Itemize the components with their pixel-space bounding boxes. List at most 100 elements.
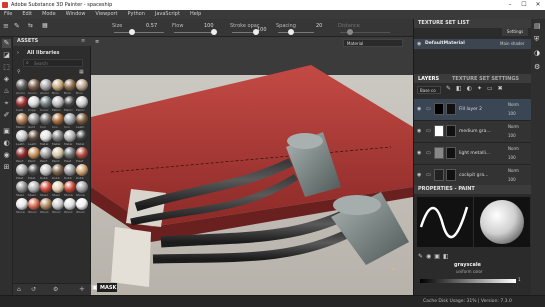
menu-mode[interactable]: Mode <box>42 10 56 19</box>
alignment-icon[interactable]: ▦ <box>42 22 54 32</box>
material-sphere[interactable] <box>16 181 28 193</box>
blend-mode-dropdown[interactable]: Norm <box>508 124 519 129</box>
blend-mode-dropdown[interactable]: Norm <box>508 146 519 151</box>
material-sphere[interactable] <box>16 96 28 108</box>
layer-row[interactable]: ◉ ▭ Fill layer 2 Norm 100 <box>414 99 532 121</box>
maximize-button[interactable]: ☐ <box>517 0 531 10</box>
eraser-icon[interactable]: ◪ <box>2 51 11 60</box>
material-sphere[interactable] <box>64 113 76 125</box>
texture-set-settings-button[interactable]: Settings <box>502 28 528 36</box>
blend-mode-dropdown[interactable]: Norm <box>508 102 519 107</box>
projection-icon[interactable]: ⬚ <box>2 63 11 72</box>
material-sphere[interactable] <box>64 79 76 91</box>
viewport-menu-icon[interactable]: ≡ <box>95 39 99 45</box>
material-sphere[interactable] <box>16 79 28 91</box>
material-sphere[interactable] <box>40 79 52 91</box>
brush-tab-icon[interactable]: ✎ <box>418 253 426 260</box>
menu-edit[interactable]: Edit <box>22 10 32 19</box>
visibility-icon[interactable]: ◉ <box>417 128 421 134</box>
menu-icon[interactable]: ≡ <box>3 22 11 32</box>
menu-javascript[interactable]: JavaScript <box>155 10 180 19</box>
menu-viewport[interactable]: Viewport <box>95 10 117 19</box>
layer-thumbnail[interactable] <box>434 169 444 181</box>
material-sphere[interactable] <box>76 96 88 108</box>
material-sphere[interactable] <box>40 181 52 193</box>
paint-brush-icon[interactable]: ✎ <box>2 39 11 48</box>
material-sphere[interactable] <box>40 198 52 210</box>
size-slider[interactable]: Size 0.57 <box>112 23 170 35</box>
material-sphere[interactable] <box>28 113 40 125</box>
material-sphere[interactable] <box>52 147 64 159</box>
material-sphere[interactable] <box>52 181 64 193</box>
layer-thumbnail[interactable] <box>434 103 444 115</box>
filter-add-icon[interactable]: ✦ <box>477 85 487 92</box>
material-sphere[interactable] <box>64 130 76 142</box>
material-sphere[interactable] <box>28 130 40 142</box>
paint-layer-icon[interactable]: ✎ <box>446 85 456 92</box>
close-button[interactable]: ✕ <box>531 0 545 10</box>
mask-thumbnail[interactable] <box>446 147 456 159</box>
search-field[interactable]: ⌕ Search <box>23 59 83 67</box>
material-sphere[interactable] <box>28 198 40 210</box>
layer-row[interactable]: ◉ ▭ light metalli... Norm 100 <box>414 143 532 165</box>
tab-layers[interactable]: LAYERS <box>418 76 439 82</box>
brush-icon[interactable]: ✎ <box>14 22 26 32</box>
layer-row[interactable]: ◉ ▭ cockpit gra... Norm 100 <box>414 165 532 187</box>
material-sphere[interactable] <box>16 198 28 210</box>
menu-python[interactable]: Python <box>128 10 145 19</box>
material-sphere[interactable] <box>76 130 88 142</box>
material-sphere[interactable] <box>64 147 76 159</box>
grayscale-slider[interactable] <box>420 279 516 283</box>
distance-slider[interactable]: Distance <box>338 23 396 35</box>
material-sphere[interactable] <box>28 181 40 193</box>
polygon-fill-icon[interactable]: ◐ <box>2 139 11 148</box>
material-picker-icon[interactable]: ✐ <box>2 111 11 120</box>
flow-value[interactable]: 100 <box>204 23 214 29</box>
tab-texture-set-settings[interactable]: TEXTURE SET SETTINGS <box>452 76 519 82</box>
grayscale-value[interactable]: 1 <box>518 277 521 282</box>
material-sphere[interactable] <box>64 96 76 108</box>
size-value[interactable]: 0.57 <box>146 23 157 29</box>
material-sphere[interactable] <box>52 79 64 91</box>
material-sphere[interactable] <box>40 130 52 142</box>
material-sphere[interactable] <box>16 164 28 176</box>
stroke-opacity-slider[interactable]: Stroke opac 100 <box>230 23 270 35</box>
material-sphere[interactable] <box>52 96 64 108</box>
3d-viewport[interactable]: Material ≡ ▣ MASK ⊥ <box>91 37 413 295</box>
delete-icon[interactable]: ✖ <box>498 85 508 92</box>
visibility-icon[interactable]: ◉ <box>417 172 421 178</box>
folder-icon[interactable]: ▭ <box>487 85 498 92</box>
library-icon[interactable]: ⌂ <box>17 286 21 293</box>
size-knob[interactable] <box>128 29 135 35</box>
spaceship-render[interactable] <box>91 37 413 295</box>
material-sphere[interactable] <box>76 181 88 193</box>
library-chevron-icon[interactable]: › <box>17 50 19 56</box>
blend-mode-dropdown[interactable]: Norm <box>508 168 519 173</box>
opacity-value[interactable]: 100 <box>508 111 516 116</box>
assets-menu-icon[interactable]: ≡ <box>81 38 85 44</box>
material-sphere[interactable] <box>76 198 88 210</box>
spacing-slider[interactable]: Spacing 20 <box>276 23 328 35</box>
material-sphere[interactable] <box>76 113 88 125</box>
channel-dropdown[interactable]: Base co <box>417 86 441 94</box>
flow-slider[interactable]: Flow 100 <box>172 23 220 35</box>
stroke-opacity-knob[interactable] <box>253 29 259 35</box>
settings-icon[interactable]: ⚙ <box>53 286 58 293</box>
material-sphere[interactable] <box>16 113 28 125</box>
opacity-value[interactable]: 100 <box>508 155 516 160</box>
symmetry-icon[interactable]: ⇆ <box>28 22 40 32</box>
menu-help[interactable]: Help <box>190 10 201 19</box>
stencil-tab-icon[interactable]: ▣ <box>434 253 443 260</box>
flow-knob[interactable] <box>211 29 217 35</box>
visibility-icon[interactable]: ◉ <box>417 106 421 112</box>
spacing-value[interactable]: 20 <box>316 23 322 29</box>
material-sphere[interactable] <box>76 79 88 91</box>
smudge-icon[interactable]: ♨ <box>2 87 11 96</box>
texture-set-icon[interactable]: ▤ <box>534 22 541 30</box>
layer-thumbnail[interactable] <box>434 125 444 137</box>
opacity-value[interactable]: 100 <box>508 133 516 138</box>
material-sphere[interactable] <box>28 147 40 159</box>
material-sphere[interactable] <box>52 130 64 142</box>
texture-set-row[interactable]: ◉ DefaultMaterial Main shader <box>414 39 532 49</box>
material-sphere[interactable] <box>28 164 40 176</box>
